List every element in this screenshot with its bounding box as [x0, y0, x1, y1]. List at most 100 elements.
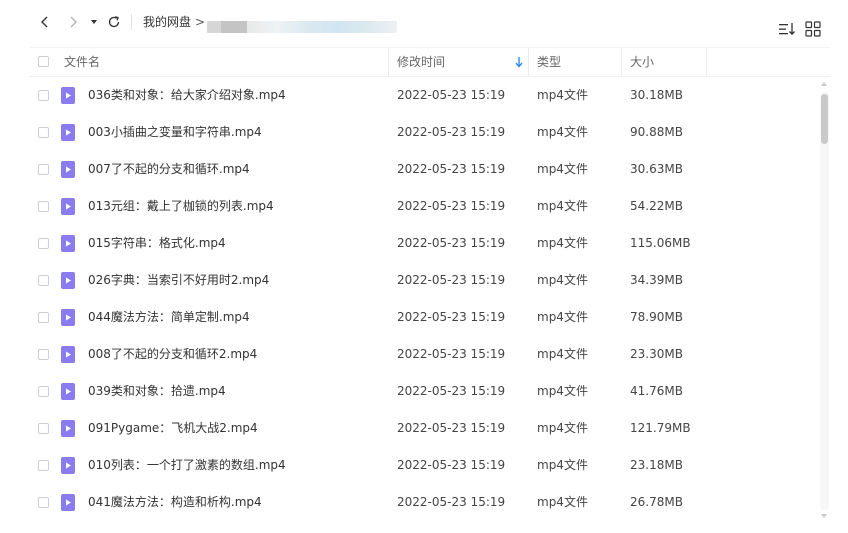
row-checkbox[interactable]	[38, 460, 49, 471]
video-file-icon	[61, 161, 75, 178]
file-type: mp4文件	[537, 347, 588, 361]
file-modified: 2022-05-23 15:19	[397, 421, 506, 435]
file-size: 121.79MB	[630, 421, 691, 435]
file-row[interactable]: 041魔法方法：构造和析构.mp4 2022-05-23 15:19 mp4文件…	[30, 484, 820, 521]
column-divider[interactable]	[528, 48, 529, 76]
file-modified: 2022-05-23 15:19	[397, 384, 506, 398]
scrollbar-track[interactable]	[820, 92, 829, 510]
row-checkbox[interactable]	[38, 275, 49, 286]
file-type: mp4文件	[537, 495, 588, 509]
header-size[interactable]: 大小	[630, 48, 654, 76]
file-name[interactable]: 003小插曲之变量和字符串.mp4	[88, 114, 262, 151]
scroll-down-icon[interactable]	[820, 512, 828, 520]
file-name[interactable]: 015字符串：格式化.mp4	[88, 225, 226, 262]
grid-view-icon[interactable]	[805, 21, 821, 37]
file-type: mp4文件	[537, 236, 588, 250]
file-name[interactable]: 039类和对象：拾遗.mp4	[88, 373, 226, 410]
file-size: 23.30MB	[630, 347, 683, 361]
select-all-checkbox[interactable]	[38, 56, 49, 67]
chevron-right-icon	[70, 16, 77, 28]
row-checkbox[interactable]	[38, 386, 49, 397]
video-file-icon	[61, 457, 75, 474]
scrollbar-thumb[interactable]	[821, 94, 828, 144]
header-type[interactable]: 类型	[537, 48, 561, 76]
row-checkbox[interactable]	[38, 127, 49, 138]
file-row[interactable]: 010列表：一个打了激素的数组.mp4 2022-05-23 15:19 mp4…	[30, 447, 820, 484]
file-row[interactable]: 036类和对象：给大家介绍对象.mp4 2022-05-23 15:19 mp4…	[30, 77, 820, 114]
file-name[interactable]: 026字典：当索引不好用时2.mp4	[88, 262, 269, 299]
column-divider[interactable]	[706, 48, 707, 76]
file-type: mp4文件	[537, 421, 588, 435]
row-checkbox[interactable]	[38, 90, 49, 101]
header-name[interactable]: 文件名	[64, 48, 100, 76]
video-file-icon	[61, 124, 75, 141]
file-name[interactable]: 007了不起的分支和循环.mp4	[88, 151, 250, 188]
file-type: mp4文件	[537, 125, 588, 139]
file-row[interactable]: 008了不起的分支和循环2.mp4 2022-05-23 15:19 mp4文件…	[30, 336, 820, 373]
file-name[interactable]: 091Pygame：飞机大战2.mp4	[88, 410, 258, 447]
sort-descending-icon[interactable]	[514, 56, 524, 68]
file-row[interactable]: 039类和对象：拾遗.mp4 2022-05-23 15:19 mp4文件 41…	[30, 373, 820, 410]
video-file-icon	[61, 383, 75, 400]
file-size: 41.76MB	[630, 384, 683, 398]
file-modified: 2022-05-23 15:19	[397, 458, 506, 472]
toolbar-divider	[131, 14, 132, 30]
scroll-up-icon[interactable]	[820, 80, 828, 88]
file-row[interactable]: 015字符串：格式化.mp4 2022-05-23 15:19 mp4文件 11…	[30, 225, 820, 262]
file-modified: 2022-05-23 15:19	[397, 347, 506, 361]
file-row[interactable]: 044魔法方法：简单定制.mp4 2022-05-23 15:19 mp4文件 …	[30, 299, 820, 336]
row-checkbox[interactable]	[38, 349, 49, 360]
video-file-icon	[61, 87, 75, 104]
video-file-icon	[61, 198, 75, 215]
row-checkbox[interactable]	[38, 201, 49, 212]
row-checkbox[interactable]	[38, 423, 49, 434]
row-checkbox[interactable]	[38, 238, 49, 249]
file-row[interactable]: 091Pygame：飞机大战2.mp4 2022-05-23 15:19 mp4…	[30, 410, 820, 447]
breadcrumb-redacted-path	[207, 21, 397, 33]
file-name[interactable]: 008了不起的分支和循环2.mp4	[88, 336, 257, 373]
file-list-header: 文件名 修改时间 类型 大小	[30, 47, 830, 77]
video-file-icon	[61, 346, 75, 363]
column-divider[interactable]	[388, 48, 389, 76]
file-name[interactable]: 041魔法方法：构造和析构.mp4	[88, 484, 262, 521]
file-modified: 2022-05-23 15:19	[397, 495, 506, 509]
file-modified: 2022-05-23 15:19	[397, 88, 506, 102]
video-file-icon	[61, 309, 75, 326]
file-size: 90.88MB	[630, 125, 683, 139]
column-divider[interactable]	[621, 48, 622, 76]
file-modified: 2022-05-23 15:19	[397, 199, 506, 213]
refresh-button[interactable]	[102, 10, 126, 34]
history-dropdown-button[interactable]	[84, 10, 104, 34]
file-size: 26.78MB	[630, 495, 683, 509]
file-row[interactable]: 013元组：戴上了枷锁的列表.mp4 2022-05-23 15:19 mp4文…	[30, 188, 820, 225]
row-checkbox[interactable]	[38, 312, 49, 323]
file-type: mp4文件	[537, 458, 588, 472]
file-name[interactable]: 036类和对象：给大家介绍对象.mp4	[88, 77, 286, 114]
file-type: mp4文件	[537, 88, 588, 102]
header-modified[interactable]: 修改时间	[397, 48, 445, 76]
file-manager-window: 我的网盘 > 文件名 修改时间 类型 大小 036类和对象：给大家介绍对象.mp…	[0, 0, 848, 533]
video-file-icon	[61, 420, 75, 437]
file-name[interactable]: 044魔法方法：简单定制.mp4	[88, 299, 250, 336]
row-checkbox[interactable]	[38, 497, 49, 508]
video-file-icon	[61, 494, 75, 511]
file-row[interactable]: 007了不起的分支和循环.mp4 2022-05-23 15:19 mp4文件 …	[30, 151, 820, 188]
file-type: mp4文件	[537, 384, 588, 398]
file-size: 30.63MB	[630, 162, 683, 176]
breadcrumb-separator: >	[195, 15, 206, 29]
sort-list-icon[interactable]	[778, 20, 796, 38]
breadcrumb-root[interactable]: 我的网盘	[143, 13, 191, 31]
forward-button[interactable]	[61, 10, 85, 34]
file-modified: 2022-05-23 15:19	[397, 162, 506, 176]
back-button[interactable]	[33, 10, 57, 34]
file-row[interactable]: 003小插曲之变量和字符串.mp4 2022-05-23 15:19 mp4文件…	[30, 114, 820, 151]
file-name[interactable]: 013元组：戴上了枷锁的列表.mp4	[88, 188, 274, 225]
caret-down-icon	[91, 20, 97, 24]
row-checkbox[interactable]	[38, 164, 49, 175]
file-modified: 2022-05-23 15:19	[397, 310, 506, 324]
file-row[interactable]: 026字典：当索引不好用时2.mp4 2022-05-23 15:19 mp4文…	[30, 262, 820, 299]
file-modified: 2022-05-23 15:19	[397, 125, 506, 139]
file-name[interactable]: 010列表：一个打了激素的数组.mp4	[88, 447, 286, 484]
chevron-left-icon	[41, 16, 48, 28]
file-size: 34.39MB	[630, 273, 683, 287]
